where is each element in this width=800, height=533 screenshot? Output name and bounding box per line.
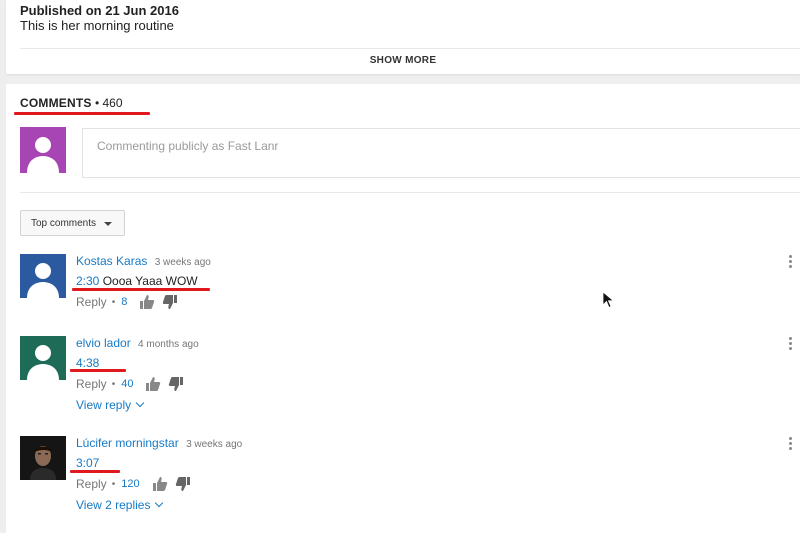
thumbs-down-icon[interactable]: [175, 476, 191, 492]
thumbs-down-icon[interactable]: [168, 376, 184, 392]
comment-author[interactable]: Lúcifer morningstar: [76, 436, 179, 450]
annotation-underline: [70, 470, 120, 473]
comments-title: COMMENTS: [20, 96, 92, 110]
thumbs-up-icon[interactable]: [139, 294, 155, 310]
more-options-icon[interactable]: [786, 254, 794, 270]
mouse-cursor-icon: [602, 291, 615, 309]
user-silhouette-icon: [27, 137, 59, 173]
comments-separator: •: [94, 96, 100, 110]
sort-label: Top comments: [31, 218, 97, 229]
video-timestamp-link[interactable]: 2:30: [76, 274, 99, 288]
divider: [20, 192, 800, 193]
user-photo-avatar: [20, 436, 66, 480]
user-silhouette-icon: [20, 336, 66, 380]
video-timestamp-link[interactable]: 3:07: [76, 456, 99, 470]
annotation-underline: [72, 288, 210, 291]
more-options-icon[interactable]: [786, 336, 794, 352]
like-count: 40: [121, 378, 134, 390]
reply-button[interactable]: Reply: [76, 377, 107, 391]
caret-down-icon: [104, 222, 112, 226]
view-replies-button[interactable]: View reply: [76, 398, 726, 412]
separator-dot: •: [111, 478, 116, 490]
comment-author[interactable]: Kostas Karas: [76, 254, 147, 268]
comments-count: 460: [102, 96, 123, 110]
avatar[interactable]: [20, 436, 66, 480]
reply-button[interactable]: Reply: [76, 295, 107, 309]
thumbs-up-icon[interactable]: [152, 476, 168, 492]
comments-header: COMMENTS • 460: [20, 96, 123, 110]
comment-text: Oooa Yaaa WOW: [102, 274, 198, 288]
video-timestamp-link[interactable]: 4:38: [76, 356, 99, 370]
divider: [20, 48, 800, 49]
comments-card: COMMENTS • 460 Top comments Kostas Karas: [6, 84, 800, 533]
comment-input[interactable]: [97, 139, 697, 153]
comment-time[interactable]: 4 months ago: [138, 339, 199, 350]
view-replies-label: View 2 replies: [76, 498, 151, 512]
comment-time[interactable]: 3 weeks ago: [155, 257, 211, 268]
like-count: 8: [121, 296, 128, 308]
annotation-underline: [14, 112, 150, 115]
separator-dot: •: [111, 296, 116, 308]
avatar[interactable]: [20, 254, 66, 298]
annotation-underline: [70, 369, 126, 372]
separator-dot: •: [111, 378, 116, 390]
video-description-card: Published on 21 Jun 2016 This is her mor…: [6, 0, 800, 74]
like-count: 120: [121, 478, 140, 490]
published-date: Published on 21 Jun 2016: [20, 3, 179, 18]
sort-comments-dropdown[interactable]: Top comments: [20, 210, 125, 236]
comment-input-box[interactable]: [82, 128, 800, 178]
avatar[interactable]: [20, 336, 66, 380]
chevron-down-icon: [135, 398, 145, 408]
more-options-icon[interactable]: [786, 436, 794, 452]
description-text: This is her morning routine: [20, 18, 174, 33]
my-avatar: [20, 127, 66, 173]
show-more-button[interactable]: SHOW MORE: [6, 55, 800, 66]
comment-author[interactable]: elvio lador: [76, 336, 131, 350]
view-replies-button[interactable]: View 2 replies: [76, 498, 726, 512]
chevron-down-icon: [155, 498, 164, 508]
comment-time[interactable]: 3 weeks ago: [186, 439, 242, 450]
view-replies-label: View reply: [76, 398, 132, 412]
user-silhouette-icon: [20, 254, 66, 298]
thumbs-down-icon[interactable]: [162, 294, 178, 310]
thumbs-up-icon[interactable]: [145, 376, 161, 392]
reply-button[interactable]: Reply: [76, 477, 107, 491]
